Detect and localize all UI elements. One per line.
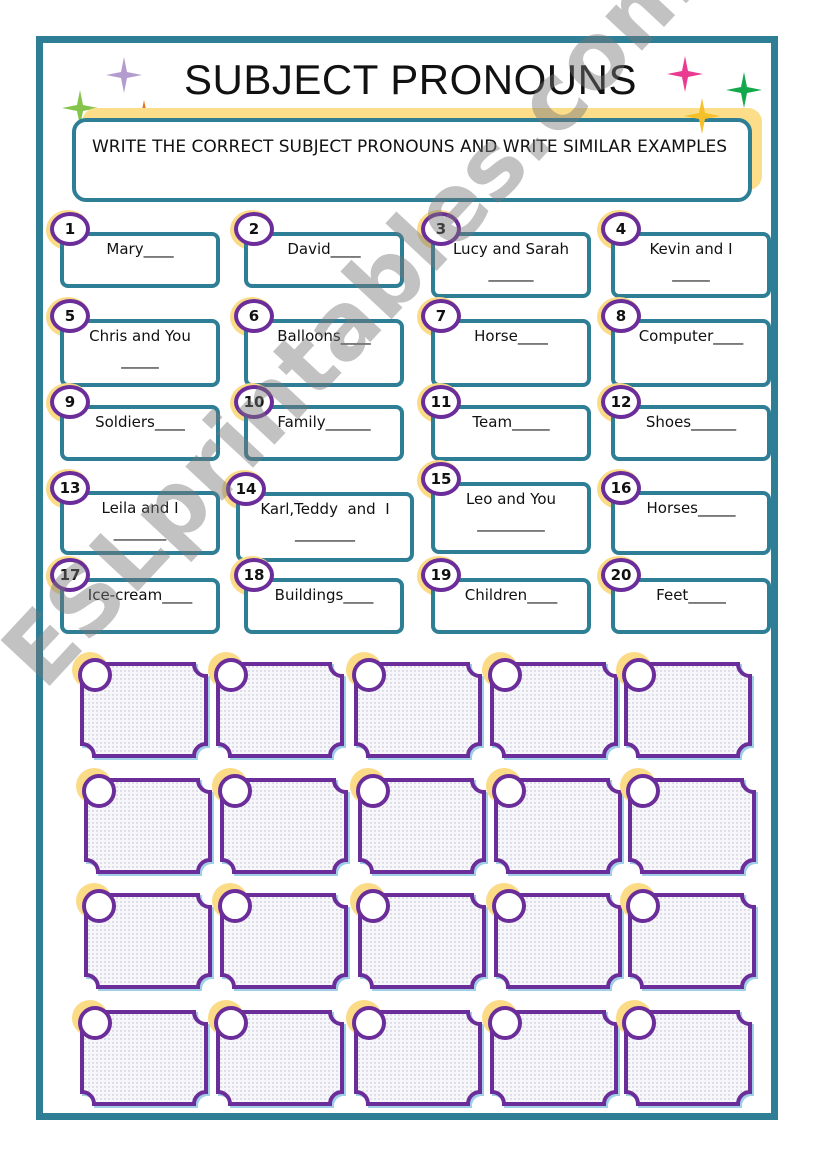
answer-blank[interactable]: ______ (431, 264, 591, 282)
exercise-item: 11 Team_____ (417, 383, 591, 461)
exercise-item: 15 Leo and You _________ (417, 460, 591, 554)
exercise-item: 4 Kevin and I _____ (597, 210, 771, 298)
answer-number-circle (78, 658, 112, 692)
answer-box[interactable] (350, 883, 488, 991)
answer-number-circle (214, 1006, 248, 1040)
exercise-item: 3 Lucy and Sarah ______ (417, 210, 591, 298)
item-prompt[interactable]: Leila and I (60, 499, 220, 517)
answer-blank[interactable]: _____ (60, 351, 220, 369)
item-prompt[interactable]: Karl,Teddy and I (236, 500, 414, 518)
answer-box[interactable] (212, 768, 350, 876)
answer-number-circle (82, 889, 116, 923)
item-prompt[interactable]: Shoes______ (611, 413, 771, 431)
answer-box[interactable] (72, 652, 210, 760)
exercise-item: 12 Shoes______ (597, 383, 771, 461)
answer-box[interactable] (486, 883, 624, 991)
answer-box[interactable] (76, 768, 214, 876)
answer-number-circle (356, 774, 390, 808)
exercise-item: 2 David____ (230, 210, 404, 288)
item-prompt[interactable]: Family______ (244, 413, 404, 431)
answer-number-circle (492, 774, 526, 808)
exercise-item: 8 Computer____ (597, 297, 771, 387)
item-prompt[interactable]: Balloons____ (244, 327, 404, 345)
item-prompt[interactable]: Lucy and Sarah (431, 240, 591, 258)
exercise-item: 16 Horses_____ (597, 469, 771, 555)
answer-number-circle (626, 774, 660, 808)
answer-number-circle (352, 1006, 386, 1040)
answer-box[interactable] (212, 883, 350, 991)
item-prompt[interactable]: Leo and You (431, 490, 591, 508)
answer-number-circle (488, 1006, 522, 1040)
item-prompt[interactable]: David____ (244, 240, 404, 258)
exercise-item: 10 Family______ (230, 383, 404, 461)
answer-box[interactable] (616, 1000, 754, 1108)
answer-number-circle (492, 889, 526, 923)
answer-box[interactable] (486, 768, 624, 876)
item-prompt[interactable]: Buildings____ (244, 586, 404, 604)
exercise-item: 1 Mary____ (46, 210, 220, 288)
answer-box[interactable] (620, 768, 758, 876)
item-prompt[interactable]: Chris and You (60, 327, 220, 345)
item-prompt[interactable]: Ice-cream____ (60, 586, 220, 604)
item-prompt[interactable]: Horses_____ (611, 499, 771, 517)
answer-box[interactable] (350, 768, 488, 876)
answer-box[interactable] (346, 1000, 484, 1108)
answer-number-circle (622, 658, 656, 692)
item-prompt[interactable]: Horse____ (431, 327, 591, 345)
answer-number-circle (352, 658, 386, 692)
answer-number-circle (78, 1006, 112, 1040)
answer-number-circle (626, 889, 660, 923)
exercise-item: 18 Buildings____ (230, 556, 404, 634)
item-prompt[interactable]: Mary____ (60, 240, 220, 258)
answer-number-circle (356, 889, 390, 923)
item-prompt[interactable]: Kevin and I (611, 240, 771, 258)
item-prompt[interactable]: Children____ (431, 586, 591, 604)
answer-box[interactable] (616, 652, 754, 760)
item-prompt[interactable]: Soldiers____ (60, 413, 220, 431)
star-icon-yellow (684, 98, 720, 134)
answer-blank[interactable]: ________ (236, 524, 414, 542)
exercise-item: 19 Children____ (417, 556, 591, 634)
answer-blank[interactable]: _________ (431, 514, 591, 532)
item-prompt[interactable]: Team_____ (431, 413, 591, 431)
answer-number-circle (218, 889, 252, 923)
answer-box[interactable] (620, 883, 758, 991)
exercise-item: 20 Feet_____ (597, 556, 771, 634)
answer-box[interactable] (76, 883, 214, 991)
answer-box[interactable] (208, 652, 346, 760)
answer-number-circle (218, 774, 252, 808)
answer-number-circle (82, 774, 116, 808)
answer-box[interactable] (482, 1000, 620, 1108)
exercise-item: 13 Leila and I _______ (46, 469, 220, 555)
exercise-item: 7 Horse____ (417, 297, 591, 387)
answer-box[interactable] (346, 652, 484, 760)
exercise-item: 6 Balloons____ (230, 297, 404, 387)
answer-box[interactable] (482, 652, 620, 760)
answer-number-circle (622, 1006, 656, 1040)
item-prompt[interactable]: Feet_____ (611, 586, 771, 604)
answer-box[interactable] (72, 1000, 210, 1108)
exercise-item: 14 Karl,Teddy and I ________ (222, 470, 414, 562)
answer-number-circle (214, 658, 248, 692)
answer-blank[interactable]: _____ (611, 264, 771, 282)
exercise-item: 17 Ice-cream____ (46, 556, 220, 634)
instruction-box: WRITE THE CORRECT SUBJECT PRONOUNS AND W… (72, 118, 752, 202)
answer-box[interactable] (208, 1000, 346, 1108)
answer-number-circle (488, 658, 522, 692)
exercise-item: 9 Soldiers____ (46, 383, 220, 461)
exercise-item: 5 Chris and You _____ (46, 297, 220, 387)
item-prompt[interactable]: Computer____ (611, 327, 771, 345)
answer-blank[interactable]: _______ (60, 523, 220, 541)
